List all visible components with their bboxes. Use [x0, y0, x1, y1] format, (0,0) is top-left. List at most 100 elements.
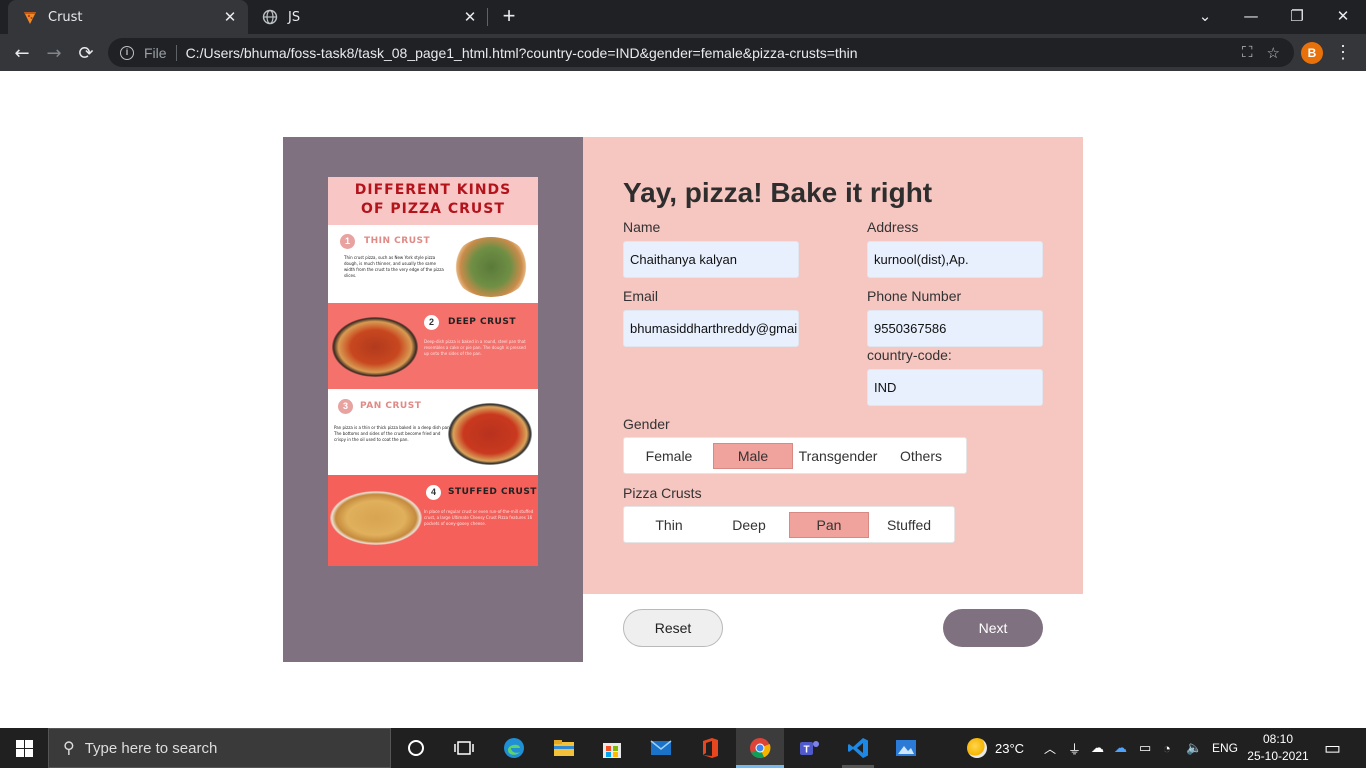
- windows-logo-icon: [15, 739, 33, 757]
- info-icon[interactable]: i: [120, 45, 134, 60]
- url-text[interactable]: C:/Users/bhuma/foss-task8/task_08_page1_…: [186, 45, 1242, 61]
- infographic-title-line2: OF PIZZA CRUST: [361, 201, 505, 217]
- gender-option-others[interactable]: Others: [882, 443, 960, 469]
- email-label: Email: [623, 288, 659, 304]
- bookmark-star-icon[interactable]: ☆: [1267, 44, 1280, 62]
- start-button[interactable]: [0, 728, 48, 768]
- phone-label: Phone Number: [867, 288, 962, 304]
- order-form-panel: Yay, pizza! Bake it right Name Chaithany…: [583, 137, 1083, 594]
- deep-crust-pizza-image: [332, 317, 418, 377]
- crust-option-pan[interactable]: Pan: [789, 512, 869, 538]
- close-tab-icon[interactable]: ✕: [220, 8, 240, 26]
- volume-icon[interactable]: 🔈: [1186, 728, 1202, 768]
- thin-crust-pizza-image: [452, 237, 530, 297]
- address-bar[interactable]: i File C:/Users/bhuma/foss-task8/task_08…: [108, 38, 1294, 67]
- file-scheme-label: File: [144, 44, 167, 61]
- image-panel: DIFFERENT KINDS OF PIZZA CRUST 1 THIN CR…: [283, 137, 583, 662]
- office-icon[interactable]: [694, 732, 726, 764]
- country-code-field[interactable]: IND: [867, 369, 1043, 406]
- pizza-crusts-label: Pizza Crusts: [623, 485, 702, 501]
- onedrive-icon[interactable]: ☁: [1114, 728, 1127, 768]
- browser-menu-icon[interactable]: ⋮: [1334, 42, 1352, 64]
- show-hidden-icons-chevron-icon[interactable]: ︿: [1044, 728, 1056, 768]
- notification-icon[interactable]: ▭: [1324, 728, 1341, 768]
- section-title: STUFFED CRUST: [448, 487, 537, 497]
- form-title: Yay, pizza! Bake it right: [623, 177, 933, 208]
- browser-tab-strip: Crust ✕ JS ✕ + ⌄ — ❐ ✕: [0, 0, 1366, 34]
- section-title: THIN CRUST: [364, 236, 431, 246]
- task-view-icon[interactable]: [448, 732, 480, 764]
- forward-arrow-icon[interactable]: →: [40, 39, 68, 67]
- crust-selector: Thin Deep Pan Stuffed: [623, 506, 955, 543]
- restore-icon[interactable]: ❐: [1274, 0, 1320, 32]
- tab-js[interactable]: JS ✕: [248, 0, 488, 34]
- crust-option-deep[interactable]: Deep: [710, 512, 788, 538]
- window-close-icon[interactable]: ✕: [1320, 0, 1366, 32]
- address-field[interactable]: kurnool(dist),Ap.: [867, 241, 1043, 278]
- gender-option-male[interactable]: Male: [713, 443, 793, 469]
- gender-option-transgender[interactable]: Transgender: [796, 443, 880, 469]
- address-label: Address: [867, 219, 919, 235]
- pizza-crust-infographic: DIFFERENT KINDS OF PIZZA CRUST 1 THIN CR…: [328, 177, 538, 566]
- crust-option-thin[interactable]: Thin: [630, 512, 708, 538]
- phone-field[interactable]: 9550367586: [867, 310, 1043, 347]
- section-text: Thin crust pizza, such as New York style…: [344, 255, 444, 278]
- infographic-section-stuffed: 4 STUFFED CRUST In place of regular crus…: [328, 475, 538, 566]
- file-explorer-icon[interactable]: [548, 732, 580, 764]
- pizza-favicon-icon: [22, 9, 38, 25]
- store-icon[interactable]: [596, 732, 628, 764]
- chrome-icon[interactable]: [744, 732, 776, 764]
- section-text: Pan pizza is a thin or thick pizza baked…: [334, 425, 451, 442]
- reload-icon[interactable]: ⟳: [72, 39, 100, 67]
- section-number: 3: [338, 399, 353, 414]
- gender-label: Gender: [623, 416, 670, 432]
- search-icon: ⚲: [63, 740, 75, 757]
- tab-search-chevron-icon[interactable]: ⌄: [1182, 0, 1228, 32]
- next-button[interactable]: Next: [943, 609, 1043, 647]
- edge-icon[interactable]: [498, 732, 530, 764]
- name-label: Name: [623, 219, 661, 235]
- profile-avatar[interactable]: B: [1301, 42, 1323, 64]
- mail-icon[interactable]: [645, 732, 677, 764]
- cortana-icon[interactable]: [400, 732, 432, 764]
- new-tab-button[interactable]: +: [498, 5, 520, 27]
- windows-taskbar: ⚲ Type here to search T 23°C ︿ ⏚ ☁ ☁ ▭ ◔…: [0, 728, 1366, 768]
- translate-icon[interactable]: ⛶: [1242, 44, 1253, 61]
- infographic-header: DIFFERENT KINDS OF PIZZA CRUST: [328, 177, 538, 225]
- section-number: 1: [340, 234, 355, 249]
- section-text: In place of regular crust or even run-of…: [424, 509, 534, 526]
- email-field[interactable]: bhumasiddharthreddy@gmail.com: [623, 310, 799, 347]
- teams-icon[interactable]: T: [793, 732, 825, 764]
- section-number: 4: [426, 485, 441, 500]
- clock-date: 25-10-2021: [1247, 749, 1309, 763]
- battery-icon[interactable]: ▭: [1139, 728, 1151, 768]
- search-placeholder: Type here to search: [84, 739, 218, 757]
- wifi-icon[interactable]: ◔: [1163, 728, 1171, 768]
- reset-button[interactable]: Reset: [623, 609, 723, 647]
- pan-crust-pizza-image: [448, 403, 532, 465]
- photos-icon[interactable]: [890, 732, 922, 764]
- infographic-section-pan: 3 PAN CRUST Pan pizza is a thin or thick…: [328, 389, 538, 475]
- system-clock[interactable]: 08:10 25-10-2021: [1240, 731, 1316, 765]
- usb-icon[interactable]: ⏚: [1068, 728, 1081, 768]
- crust-option-stuffed[interactable]: Stuffed: [870, 512, 948, 538]
- gender-option-female[interactable]: Female: [630, 443, 708, 469]
- tab-title: JS: [288, 9, 301, 25]
- close-tab-icon[interactable]: ✕: [460, 8, 480, 26]
- infographic-title-line1: DIFFERENT KINDS: [354, 182, 512, 198]
- back-arrow-icon[interactable]: ←: [8, 39, 36, 67]
- tab-title: Crust: [48, 9, 83, 25]
- weather-widget[interactable]: 23°C: [967, 728, 1024, 768]
- language-indicator[interactable]: ENG: [1212, 728, 1238, 768]
- cloud-icon[interactable]: ☁: [1091, 728, 1104, 768]
- taskbar-search-box[interactable]: ⚲ Type here to search: [48, 728, 391, 768]
- name-field[interactable]: Chaithanya kalyan: [623, 241, 799, 278]
- clock-time: 08:10: [1262, 732, 1294, 746]
- country-code-label: country-code:: [867, 347, 952, 363]
- weather-temperature: 23°C: [995, 740, 1025, 756]
- minimize-icon[interactable]: —: [1228, 0, 1274, 32]
- tab-separator: [487, 8, 488, 26]
- stuffed-crust-pizza-image: [330, 491, 422, 545]
- vscode-icon[interactable]: [842, 732, 874, 764]
- tab-crust[interactable]: Crust ✕: [8, 0, 248, 34]
